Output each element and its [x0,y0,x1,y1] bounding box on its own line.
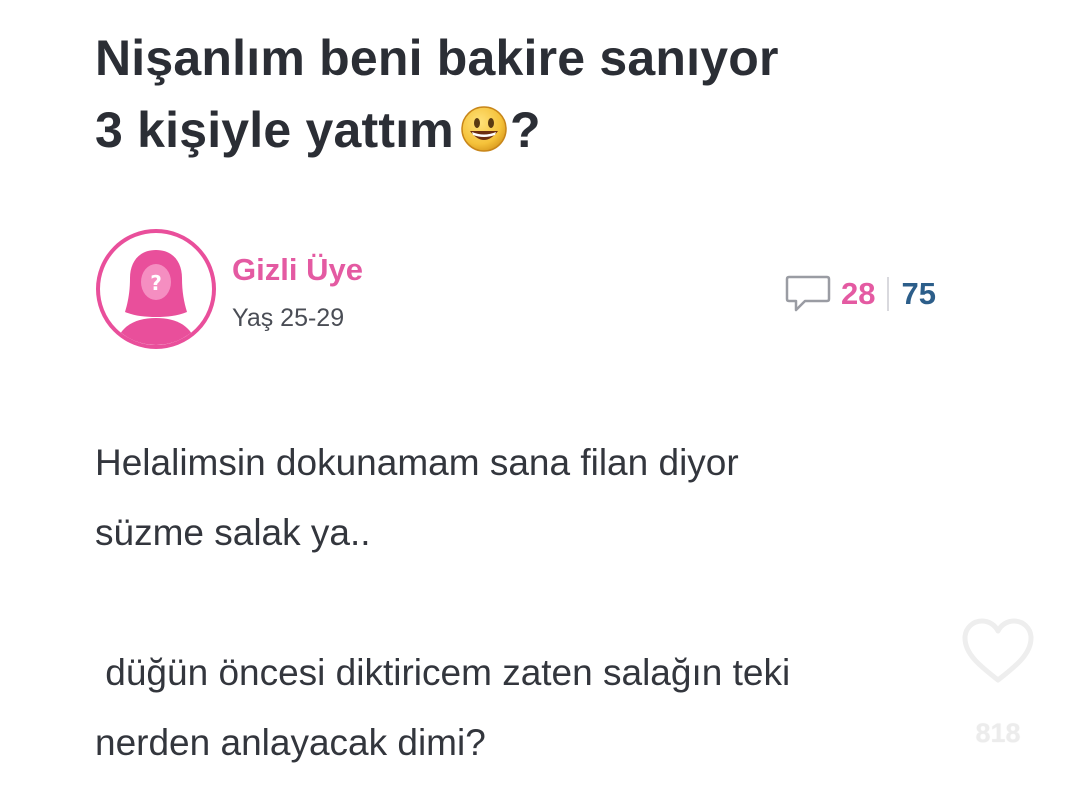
author-age: Yaş 25-29 [232,304,345,332]
post-title-text: 3 kişiyle yattım [95,102,454,158]
post-body: Helalimsin dokunamam sana filan diyor sü… [95,428,975,778]
author-name[interactable]: Gizli Üye [232,252,363,288]
post-page: Nişanlım beni bakire sanıyor 3 kişiyle y… [0,0,1080,791]
post-title-suffix: ? [509,102,541,158]
post-title: Nişanlım beni bakire sanıyor 3 kişiyle y… [95,22,995,166]
svg-text:?: ? [150,271,162,295]
stats-divider [887,277,890,311]
comment-bubble-icon[interactable] [785,274,831,314]
post-body-paragraph-1: Helalimsin dokunamam sana filan diyor sü… [95,428,975,568]
anonymous-avatar-icon[interactable]: ? [95,228,217,350]
heart-outline-icon[interactable] [960,616,1036,686]
post-title-line-2: 3 kişiyle yattım ? [95,94,995,166]
post-body-line: Helalimsin dokunamam sana filan diyor [95,442,739,483]
post-title-line-1: Nişanlım beni bakire sanıyor [95,30,779,86]
post-body-paragraph-2: düğün öncesi diktiricem zaten salağın te… [95,638,975,778]
post-body-line: süzme salak ya.. [95,512,371,553]
post-body-line: nerden anlayacak dimi? [95,722,486,763]
author-block: ? Gizli Üye Yaş 25-29 28 75 [95,228,995,358]
like-overlay: 818 [958,616,1038,756]
post-stats: 28 75 [785,274,936,314]
view-count: 75 [901,276,936,311]
grinning-face-emoji-icon [460,100,508,152]
comment-count[interactable]: 28 [841,276,875,312]
like-count: 818 [975,718,1021,748]
post-body-line: düğün öncesi diktiricem zaten salağın te… [95,652,791,693]
